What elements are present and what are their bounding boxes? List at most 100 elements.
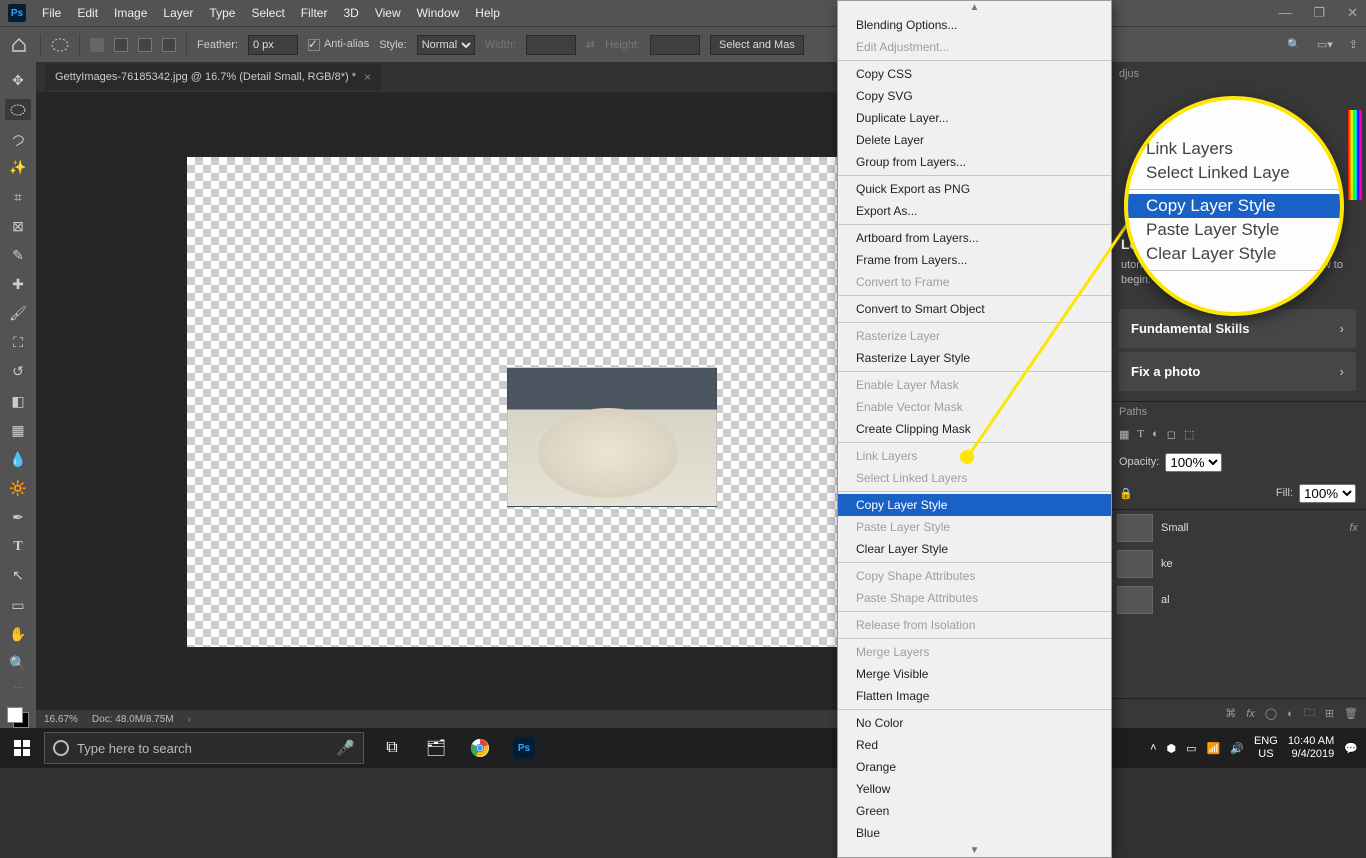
context-menu-item[interactable]: Rasterize Layer	[838, 325, 1111, 347]
adjustment-icon[interactable]: ◐	[1287, 708, 1294, 720]
context-menu-item[interactable]: No Color	[838, 712, 1111, 734]
crop-tool[interactable]: ⌗	[5, 187, 31, 208]
context-menu-item[interactable]: Link Layers	[838, 445, 1111, 467]
filter-pixel-icon[interactable]: ▦	[1119, 428, 1129, 441]
context-menu-item[interactable]: Convert to Smart Object	[838, 298, 1111, 320]
tray-volume-icon[interactable]: 🔊	[1230, 742, 1244, 755]
marquee-tool[interactable]	[5, 99, 31, 120]
tray-clock[interactable]: 10:40 AM9/4/2019	[1288, 735, 1334, 761]
context-menu-item[interactable]: Group from Layers...	[838, 151, 1111, 173]
eraser-tool[interactable]: ◧	[5, 391, 31, 412]
context-menu-item[interactable]: Copy Shape Attributes	[838, 565, 1111, 587]
link-layers-icon[interactable]: ⌘	[1225, 707, 1236, 720]
color-spectrum[interactable]	[1348, 110, 1362, 200]
filter-adjust-icon[interactable]: ◐	[1152, 428, 1159, 440]
layer-item[interactable]: al	[1109, 582, 1366, 618]
menu-window[interactable]: Window	[417, 6, 460, 20]
context-menu-item[interactable]: Paste Shape Attributes	[838, 587, 1111, 609]
zoom-level[interactable]: 16.67%	[44, 714, 78, 725]
antialias-checkbox[interactable]	[308, 39, 320, 51]
workspace-icon[interactable]: ▭▾	[1317, 38, 1333, 51]
task-view-icon[interactable]: ⧉	[372, 728, 412, 768]
add-selection-icon[interactable]	[114, 38, 128, 52]
filter-smart-icon[interactable]: ⬚	[1184, 428, 1194, 441]
menu-3d[interactable]: 3D	[343, 6, 358, 20]
context-menu-item[interactable]: Yellow	[838, 778, 1111, 800]
tray-up-icon[interactable]: ˄	[1150, 742, 1156, 754]
filter-shape-icon[interactable]: ◻	[1167, 428, 1176, 441]
menu-type[interactable]: Type	[209, 6, 235, 20]
feather-input[interactable]	[248, 35, 298, 55]
lasso-tool[interactable]	[5, 128, 31, 149]
context-menu-item[interactable]: Merge Visible	[838, 663, 1111, 685]
menu-edit[interactable]: Edit	[77, 6, 98, 20]
context-menu-item[interactable]: Select Linked Layers	[838, 467, 1111, 489]
context-menu-item[interactable]: Delete Layer	[838, 129, 1111, 151]
close-icon[interactable]: ✕	[1347, 5, 1358, 21]
trash-icon[interactable]: 🗑	[1344, 707, 1358, 720]
select-and-mask-button[interactable]: Select and Mas	[710, 35, 804, 55]
gradient-tool[interactable]: ▦	[5, 420, 31, 441]
search-icon[interactable]: 🔍	[1287, 38, 1301, 51]
menu-help[interactable]: Help	[475, 6, 500, 20]
context-menu-item[interactable]: Copy Layer Style	[838, 494, 1111, 516]
share-icon[interactable]: ⇪	[1349, 38, 1358, 51]
context-menu-item[interactable]: Create Clipping Mask	[838, 418, 1111, 440]
tray-notifications-icon[interactable]: 💬	[1344, 742, 1358, 755]
brush-tool[interactable]: 🖌	[5, 303, 31, 324]
move-tool[interactable]: ✥	[5, 70, 31, 91]
context-menu-item[interactable]: Frame from Layers...	[838, 249, 1111, 271]
document-tab[interactable]: GettyImages-76185342.jpg @ 16.7% (Detail…	[45, 64, 381, 90]
tray-security-icon[interactable]: ⬢	[1167, 742, 1177, 755]
context-menu-item[interactable]: Paste Layer Style	[838, 516, 1111, 538]
intersect-selection-icon[interactable]	[162, 38, 176, 52]
fill-select[interactable]: 100%	[1299, 484, 1356, 503]
tray-battery-icon[interactable]: ▭	[1186, 742, 1196, 755]
style-select[interactable]: Normal	[417, 35, 475, 55]
context-menu-item[interactable]: Enable Layer Mask	[838, 374, 1111, 396]
eyedropper-tool[interactable]: ✎	[5, 245, 31, 266]
menu-file[interactable]: File	[42, 6, 61, 20]
mask-icon[interactable]: ◯	[1265, 707, 1277, 720]
context-menu-item[interactable]: Export As...	[838, 200, 1111, 222]
context-menu-item[interactable]: Rasterize Layer Style	[838, 347, 1111, 369]
fx-icon[interactable]: fx	[1246, 708, 1255, 720]
context-menu-item[interactable]: Edit Adjustment...	[838, 36, 1111, 58]
chrome-icon[interactable]	[460, 728, 500, 768]
layer-item[interactable]: Smallfx	[1109, 510, 1366, 546]
shape-tool[interactable]: ▭	[5, 595, 31, 616]
lock-icon[interactable]: 🔒	[1119, 487, 1133, 500]
fx-badge[interactable]: fx	[1349, 522, 1358, 534]
photoshop-taskbar-icon[interactable]: Ps	[504, 728, 544, 768]
menu-layer[interactable]: Layer	[163, 6, 193, 20]
start-button[interactable]	[0, 740, 44, 756]
adjustments-tab[interactable]: djus	[1109, 62, 1366, 86]
dodge-tool[interactable]: 🔆	[5, 478, 31, 499]
context-menu-item[interactable]: Red	[838, 734, 1111, 756]
tray-wifi-icon[interactable]: 📶	[1207, 742, 1221, 755]
mic-icon[interactable]: 🎤	[336, 739, 355, 757]
context-menu-item[interactable]: Green	[838, 800, 1111, 822]
frame-tool[interactable]: ⊠	[5, 216, 31, 237]
context-menu-item[interactable]: Copy CSS	[838, 63, 1111, 85]
taskbar-search[interactable]: Type here to search 🎤	[44, 732, 364, 764]
history-brush-tool[interactable]: ↺	[5, 361, 31, 382]
path-select-tool[interactable]: ↖	[5, 565, 31, 586]
status-chevron-icon[interactable]: ›	[188, 714, 191, 725]
color-swatch[interactable]	[7, 707, 29, 728]
paths-tab[interactable]: Paths	[1109, 401, 1366, 422]
menu-view[interactable]: View	[375, 6, 401, 20]
healing-tool[interactable]: ✚	[5, 274, 31, 295]
context-menu-item[interactable]: Convert to Frame	[838, 271, 1111, 293]
tray-language[interactable]: ENGUS	[1254, 735, 1278, 760]
context-menu-item[interactable]: Artboard from Layers...	[838, 227, 1111, 249]
new-selection-icon[interactable]	[90, 38, 104, 52]
context-menu-item[interactable]: Quick Export as PNG	[838, 178, 1111, 200]
context-menu-item[interactable]: Clear Layer Style	[838, 538, 1111, 560]
context-menu-item[interactable]: Flatten Image	[838, 685, 1111, 707]
context-menu-item[interactable]: Release from Isolation	[838, 614, 1111, 636]
menu-image[interactable]: Image	[114, 6, 147, 20]
close-tab-icon[interactable]: ×	[364, 70, 371, 84]
quick-select-tool[interactable]: ✨	[5, 157, 31, 178]
home-icon[interactable]	[8, 34, 30, 56]
